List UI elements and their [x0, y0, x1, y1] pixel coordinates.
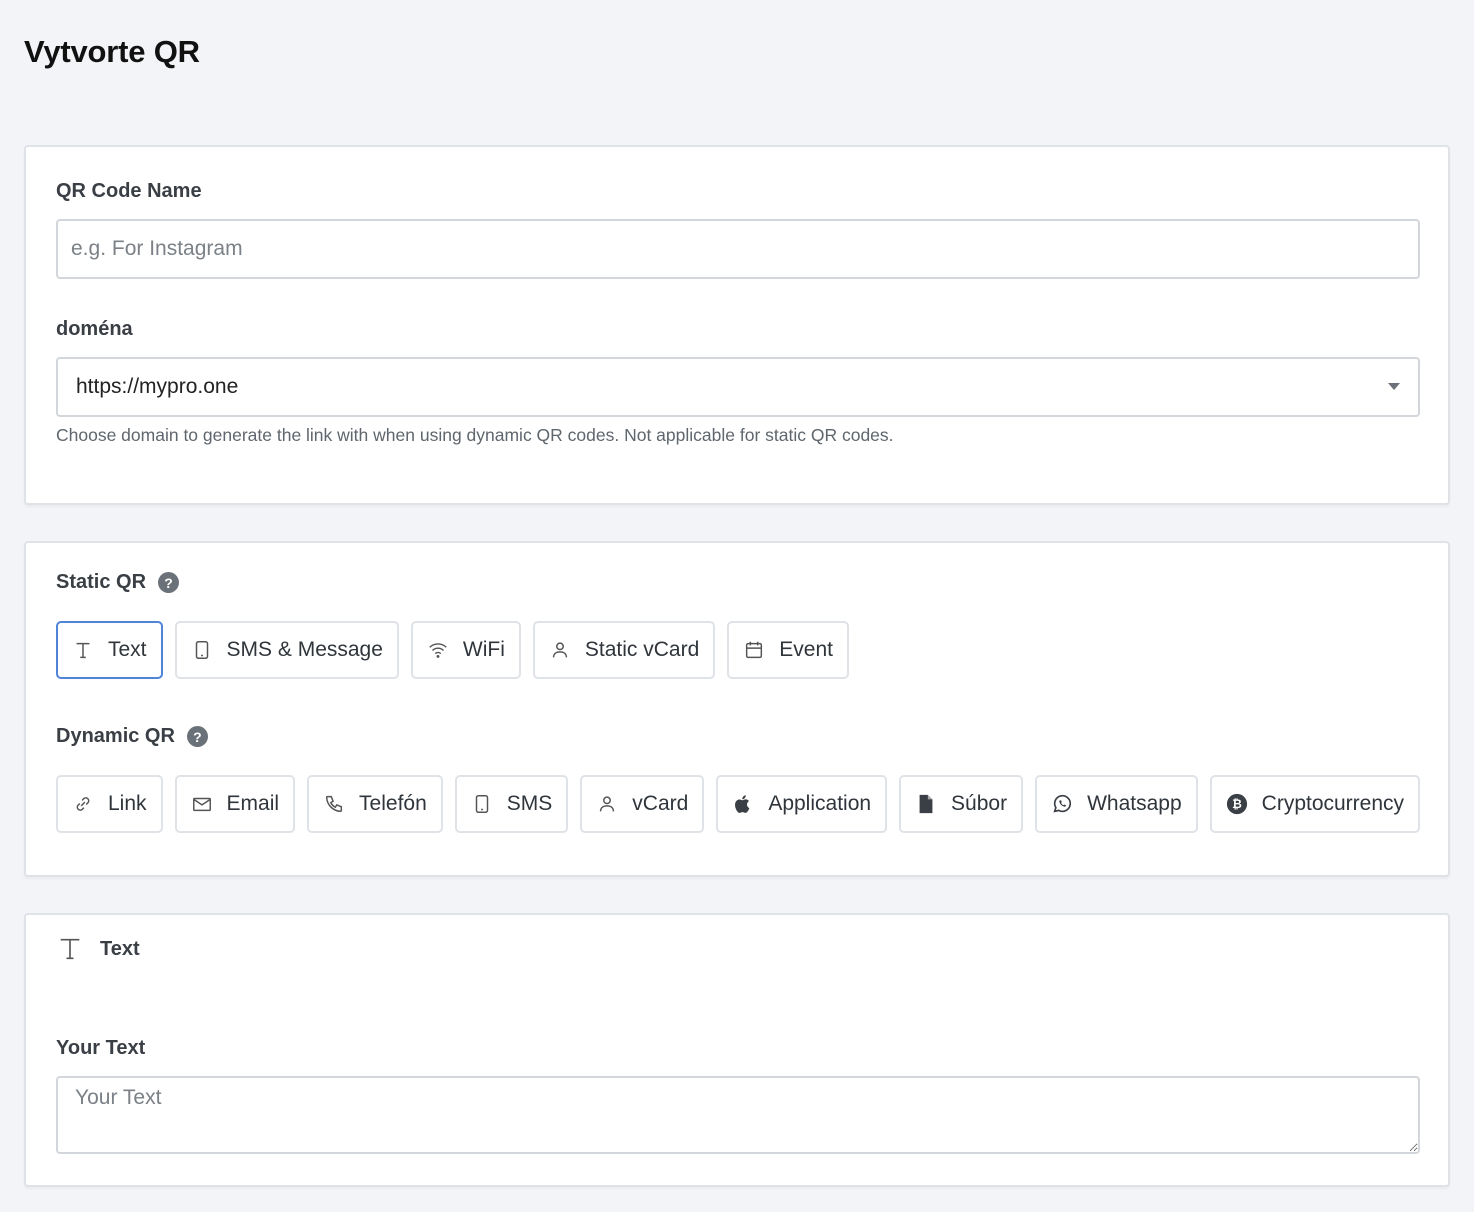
- page-title: Vytvorte QR: [24, 34, 200, 69]
- your-text-textarea[interactable]: [56, 1076, 1420, 1154]
- chevron-down-icon: [1388, 383, 1400, 390]
- static-option-event[interactable]: Event: [727, 621, 849, 679]
- static-qr-options: Text SMS & Message WiFi Static vCard Eve…: [56, 621, 849, 679]
- static-qr-heading: Static QR ?: [56, 571, 180, 594]
- question-circle-icon[interactable]: ?: [186, 726, 208, 747]
- text-icon: [60, 938, 80, 960]
- domain-select[interactable]: https://mypro.one: [56, 357, 1420, 417]
- static-option-text[interactable]: Text: [56, 621, 163, 679]
- text-section-header: Text: [56, 935, 140, 963]
- dynamic-option-vcard[interactable]: vCard: [580, 775, 705, 833]
- whatsapp-icon: [1053, 794, 1072, 813]
- phone-handset-icon: [325, 795, 343, 813]
- domain-help-text: Choose domain to generate the link with …: [56, 425, 894, 445]
- user-icon: [552, 642, 568, 658]
- dynamic-option-link[interactable]: Link: [56, 775, 163, 833]
- text-content-card: Text Your Text: [24, 913, 1450, 1187]
- qr-name-input[interactable]: [56, 219, 1420, 279]
- svg-text:₿: ₿: [1232, 797, 1242, 811]
- your-text-label: Your Text: [56, 1037, 146, 1059]
- dynamic-option-subor[interactable]: Súbor: [899, 775, 1024, 833]
- dynamic-qr-label: Dynamic QR: [56, 725, 175, 747]
- mail-icon: [192, 797, 211, 812]
- apple-icon: [735, 795, 750, 813]
- dynamic-option-email[interactable]: Email: [174, 775, 296, 833]
- dynamic-option-sms[interactable]: SMS: [454, 775, 569, 833]
- link-icon: [76, 797, 90, 811]
- dynamic-option-application[interactable]: Application: [716, 775, 888, 833]
- text-icon: [76, 642, 90, 659]
- question-circle-icon[interactable]: ?: [158, 572, 180, 593]
- qr-name-label: QR Code Name: [56, 180, 202, 202]
- static-option-sms-message[interactable]: SMS & Message: [174, 621, 399, 679]
- user-icon: [600, 796, 615, 812]
- dynamic-option-cryptocurrency[interactable]: ₿ Cryptocurrency: [1209, 775, 1421, 833]
- phone-icon: [195, 641, 208, 659]
- bitcoin-icon: ₿: [1226, 793, 1247, 815]
- wifi-icon: [429, 643, 447, 658]
- domain-selected-value: https://mypro.one: [76, 375, 239, 398]
- file-icon: [919, 794, 933, 814]
- dynamic-qr-options: Link Email Telefón SMS vCard Application…: [56, 775, 1421, 833]
- mobile-icon: [475, 795, 488, 813]
- qr-settings-card: QR Code Name doména https://mypro.one Ch…: [24, 145, 1450, 505]
- static-qr-label: Static QR: [56, 571, 147, 593]
- static-option-wifi[interactable]: WiFi: [410, 621, 521, 679]
- static-option-static-vcard[interactable]: Static vCard: [532, 621, 716, 679]
- domain-label: doména: [56, 318, 133, 340]
- dynamic-option-telefon[interactable]: Telefón: [307, 775, 443, 833]
- qr-type-card: Static QR ? Text SMS & Message WiFi Stat…: [24, 541, 1450, 877]
- dynamic-option-whatsapp[interactable]: Whatsapp: [1035, 775, 1198, 833]
- text-section-title: Text: [100, 937, 140, 960]
- dynamic-qr-heading: Dynamic QR ?: [56, 725, 208, 748]
- calendar-icon: [746, 641, 763, 659]
